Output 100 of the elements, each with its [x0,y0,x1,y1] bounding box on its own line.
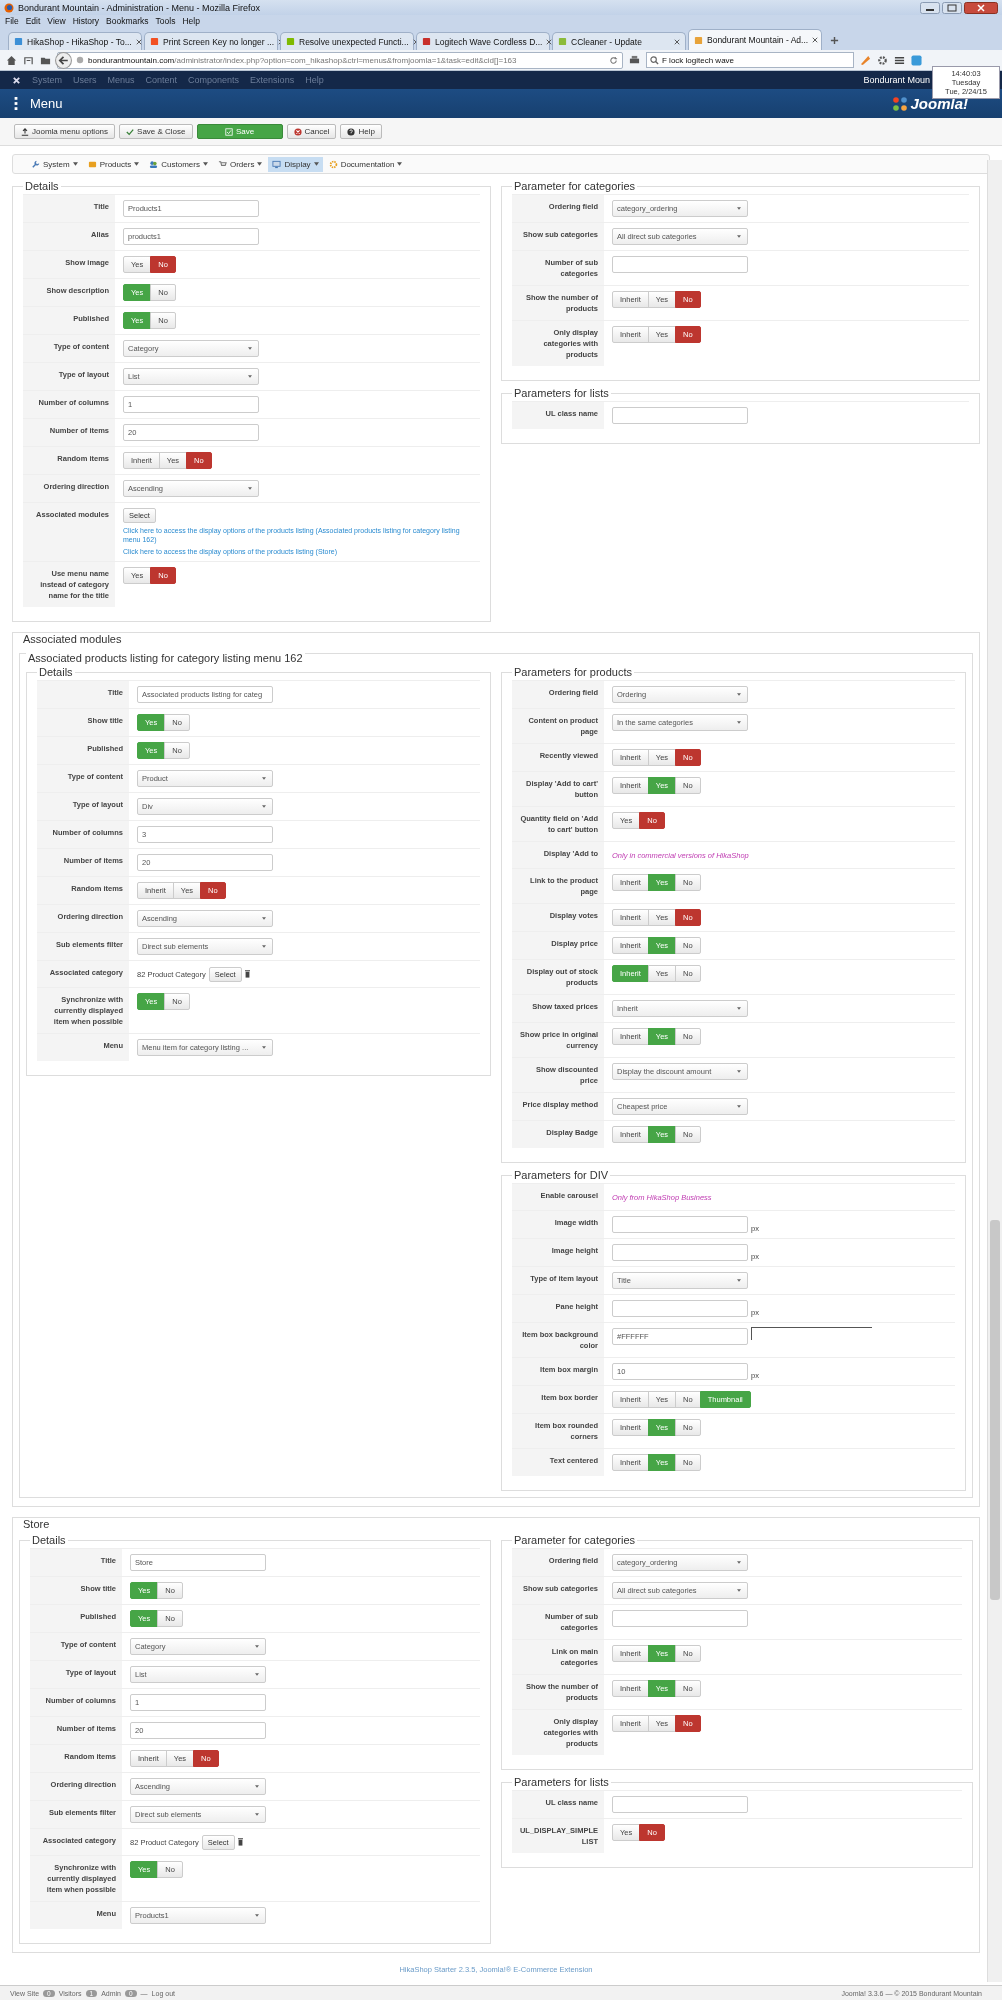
caret-icon [737,1279,741,1282]
gear-icon[interactable] [877,54,888,66]
fieldset-legend: Details [37,666,75,678]
page-icon [558,37,567,46]
caret-icon [255,1914,259,1917]
caret-icon [397,162,403,166]
admin-menu-item[interactable]: Menus [107,75,135,85]
scrollbar[interactable] [987,160,1002,1982]
minimize-icon[interactable] [920,1,940,14]
menu-item[interactable]: Help [182,16,200,26]
text-input[interactable] [612,1300,748,1317]
fieldset-legend: Details [23,180,61,192]
submenu-item[interactable]: System [27,156,82,172]
close-icon[interactable] [546,38,553,45]
browser-tab[interactable]: Bondurant Mountain - Ad... [688,29,822,50]
submenu-item[interactable]: Documentation [324,156,407,172]
menu-item[interactable]: Bookmarks [106,16,149,26]
monitor-icon [272,159,282,169]
caret-icon [255,1673,259,1676]
caret-icon [248,375,252,378]
plus-icon[interactable] [830,36,839,45]
joomla-icon[interactable] [12,75,21,85]
caret-icon [262,805,266,808]
bookmark-icon[interactable] [23,54,34,66]
page-icon [150,37,159,46]
trash-icon[interactable] [237,1838,243,1846]
browser-tab[interactable]: Logitech Wave Cordless D... [416,32,550,50]
text-input[interactable] [612,407,748,424]
submenu-item[interactable]: Orders [213,156,267,172]
text-input[interactable] [612,256,748,273]
caret-icon [262,917,266,920]
address-bar[interactable]: bondurantmountain.com/administrator/index.php?option=com_hikashop&ctrl=menus&fromjoomla=1&task=edit&cid[]=163 [57,51,623,69]
user-menu[interactable]: Bondurant Moun [863,75,930,85]
admin-menu-item[interactable]: Components [188,75,240,85]
toolbar-button[interactable]: Cancel [286,124,337,139]
caret-icon [737,1561,741,1564]
close-icon[interactable] [674,38,680,45]
toolbar-button[interactable]: Joomla menu options [14,124,116,139]
fieldset-legend: Parameters for DIV [512,1169,611,1181]
caret-icon [248,487,252,490]
tab-title: HikaShop - HikaShop - To... [27,36,132,47]
menu-icon [14,97,18,110]
menu-item[interactable]: File [5,16,19,26]
fieldset-legend: Details [30,1534,68,1546]
admin-menu-item[interactable]: Extensions [250,75,295,85]
menu-item[interactable]: View [47,16,66,26]
admin-menu-item[interactable]: Users [73,75,97,85]
close-icon[interactable] [135,38,142,45]
toolbar-button[interactable]: Help [340,124,382,139]
menu-item[interactable]: Edit [25,16,41,26]
submenu-item[interactable]: Products [83,156,144,172]
addon-icon[interactable] [911,54,922,66]
menu-item[interactable]: History [72,16,100,26]
page-icon [286,37,295,46]
window-title: Bondurant Mountain - Administration - Menu - Mozilla Firefox [18,2,262,13]
browser-tab[interactable]: CCleaner - Update [552,32,686,50]
browser-tab[interactable]: Print Screen Key no longer ... [144,32,278,50]
browser-tab[interactable]: HikaShop - HikaShop - To... [8,32,142,50]
caret-icon [255,1813,259,1816]
caret-icon [737,1070,741,1073]
admin-menu-item[interactable]: Content [145,75,178,85]
text-input[interactable] [612,1216,748,1233]
checkbox-icon [224,127,233,136]
text-input[interactable] [612,1610,748,1627]
tab-title: Bondurant Mountain - Ad... [707,35,809,45]
submenu-item[interactable]: Display [268,156,323,172]
page-icon [14,37,23,46]
admin-menu-item[interactable]: Help [305,75,324,85]
toolbar-button[interactable]: Save & Close [119,124,193,139]
caret-icon [737,1589,741,1592]
section-subtitle: Associated products listing for category listing menu 162 [26,652,305,664]
browser-logo-icon [4,2,14,13]
caret-icon [737,1105,741,1108]
text-input[interactable] [612,1796,748,1813]
browser-tab[interactable]: Resolve unexpected Functi... [280,32,414,50]
home-icon[interactable] [6,54,17,66]
printer-icon[interactable] [629,54,640,66]
color-swatch[interactable] [751,1327,872,1340]
submenu-item[interactable]: Customers [145,156,212,172]
caret-icon [737,207,741,210]
caret-icon [255,1645,259,1648]
admin-menu-item[interactable]: System [32,75,62,85]
close-icon[interactable] [964,1,998,14]
caret-icon [255,1785,259,1788]
close-icon[interactable] [812,37,819,43]
fieldset-legend: Parameter for categories [512,180,638,192]
fieldset-legend: Parameter for categories [512,1534,638,1546]
page-icon [422,37,431,46]
menu-item[interactable]: Tools [155,16,176,26]
url-text: bondurantmountain.com/administrator/index.php?option=com_hikashop&ctrl=menus&fromjoomla=1&task=edit&cid[]=163 [88,55,518,65]
trash-icon[interactable] [244,970,250,978]
fieldset-legend: Parameters for lists [512,1776,611,1788]
search-field[interactable]: F lock logitech wave [646,52,854,68]
upload-icon [21,127,29,136]
reload-icon[interactable] [609,55,618,65]
caret-icon [262,777,266,780]
text-input[interactable] [612,1244,748,1261]
menu-icon[interactable] [894,54,905,66]
wrench-icon [31,159,40,169]
back-icon[interactable] [55,51,72,69]
